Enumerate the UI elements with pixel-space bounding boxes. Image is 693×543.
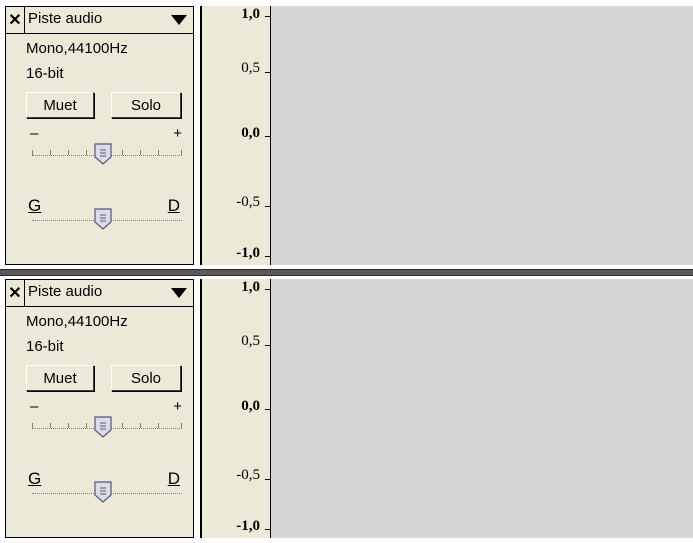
waveform-area[interactable] xyxy=(271,279,693,538)
scale-mid-label: 0,0 xyxy=(241,398,260,414)
audio-track: ✕ Piste audio Mono,44100Hz 16-bit Muet S… xyxy=(0,3,693,276)
slider-thumb-icon[interactable] xyxy=(94,416,112,438)
track-name[interactable]: Piste audio xyxy=(28,283,102,300)
pan-right-label: D xyxy=(167,196,180,215)
slider-thumb-icon[interactable] xyxy=(94,208,112,230)
gain-slider[interactable]: – + xyxy=(26,125,184,167)
gain-plus-label: + xyxy=(173,125,182,142)
scale-lower-mid-label: -0,5 xyxy=(236,194,260,210)
track-control-panel: ✕ Piste audio Mono,44100Hz 16-bit Muet S… xyxy=(5,279,194,538)
scale-upper-mid-label: 0,5 xyxy=(241,333,260,349)
scale-top-label: 1,0 xyxy=(241,279,260,295)
pan-left-label: G xyxy=(28,469,42,488)
track-control-panel: ✕ Piste audio Mono,44100Hz 16-bit Muet S… xyxy=(5,6,194,265)
scale-top-label: 1,0 xyxy=(241,6,260,22)
track-bit-depth: 16-bit xyxy=(26,338,64,355)
triangle-down-icon[interactable] xyxy=(171,15,187,25)
track-bit-depth: 16-bit xyxy=(26,65,64,82)
track-separator[interactable] xyxy=(0,269,693,276)
mute-button[interactable]: Muet xyxy=(26,92,94,118)
amplitude-ruler: 1,0 0,5 0,0 -0,5 -1,0 xyxy=(200,279,271,538)
triangle-down-icon[interactable] xyxy=(171,288,187,298)
gain-plus-label: + xyxy=(173,398,182,415)
gain-minus-label: – xyxy=(30,125,39,142)
slider-thumb-icon[interactable] xyxy=(94,143,112,165)
close-icon[interactable]: ✕ xyxy=(6,7,25,33)
pan-left-label: G xyxy=(28,196,42,215)
gain-minus-label: – xyxy=(30,398,39,415)
scale-mid-label: 0,0 xyxy=(241,125,260,141)
track-name[interactable]: Piste audio xyxy=(28,10,102,27)
solo-button[interactable]: Solo xyxy=(111,92,181,118)
close-icon[interactable]: ✕ xyxy=(6,280,25,306)
slider-thumb-icon[interactable] xyxy=(94,481,112,503)
pan-right-label: D xyxy=(167,469,180,488)
amplitude-ruler: 1,0 0,5 0,0 -0,5 -1,0 xyxy=(200,6,271,265)
pan-slider[interactable]: G D xyxy=(26,192,184,232)
scale-bottom-label: -1,0 xyxy=(236,245,260,261)
pan-slider[interactable]: G D xyxy=(26,465,184,505)
track-format: Mono,44100Hz xyxy=(26,40,128,57)
track-title-bar[interactable]: ✕ Piste audio xyxy=(6,280,193,307)
track-title-bar[interactable]: ✕ Piste audio xyxy=(6,7,193,34)
gain-slider[interactable]: – + xyxy=(26,398,184,440)
solo-button[interactable]: Solo xyxy=(111,365,181,391)
waveform-area[interactable] xyxy=(271,6,693,265)
track-format: Mono,44100Hz xyxy=(26,313,128,330)
audio-track: ✕ Piste audio Mono,44100Hz 16-bit Muet S… xyxy=(0,276,693,540)
scale-upper-mid-label: 0,5 xyxy=(241,60,260,76)
scale-lower-mid-label: -0,5 xyxy=(236,467,260,483)
mute-button[interactable]: Muet xyxy=(26,365,94,391)
scale-bottom-label: -1,0 xyxy=(236,518,260,534)
